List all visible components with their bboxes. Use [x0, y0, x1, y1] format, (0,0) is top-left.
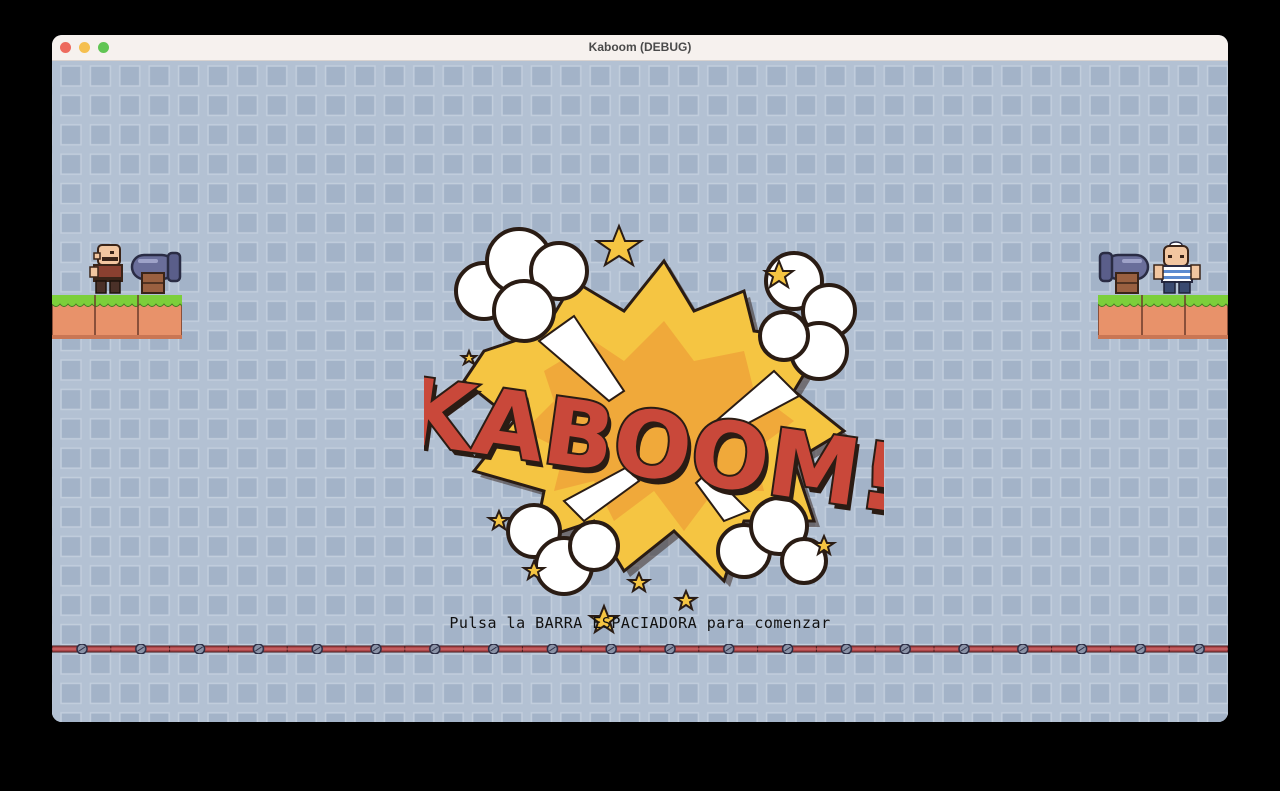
kaboom-logo: KABOOM! KABOOM! [424, 223, 884, 635]
chain-floor [52, 644, 1228, 654]
cannon-right [1098, 251, 1150, 294]
left-platform [52, 295, 182, 339]
game-window: Kaboom (DEBUG) KABOOM! KABOOM! Pulsa la … [52, 35, 1228, 722]
window-title: Kaboom (DEBUG) [588, 40, 692, 54]
pirate-character-left [89, 244, 123, 294]
right-platform [1098, 295, 1228, 339]
game-canvas[interactable]: KABOOM! KABOOM! Pulsa la BARRA ESPACIADO… [52, 61, 1228, 722]
sailor-character-right [1153, 241, 1201, 294]
start-prompt: Pulsa la BARRA ESPACIADORA para comenzar [449, 614, 831, 632]
cannon-left [130, 251, 182, 294]
title-bar[interactable]: Kaboom (DEBUG) [52, 35, 1228, 61]
